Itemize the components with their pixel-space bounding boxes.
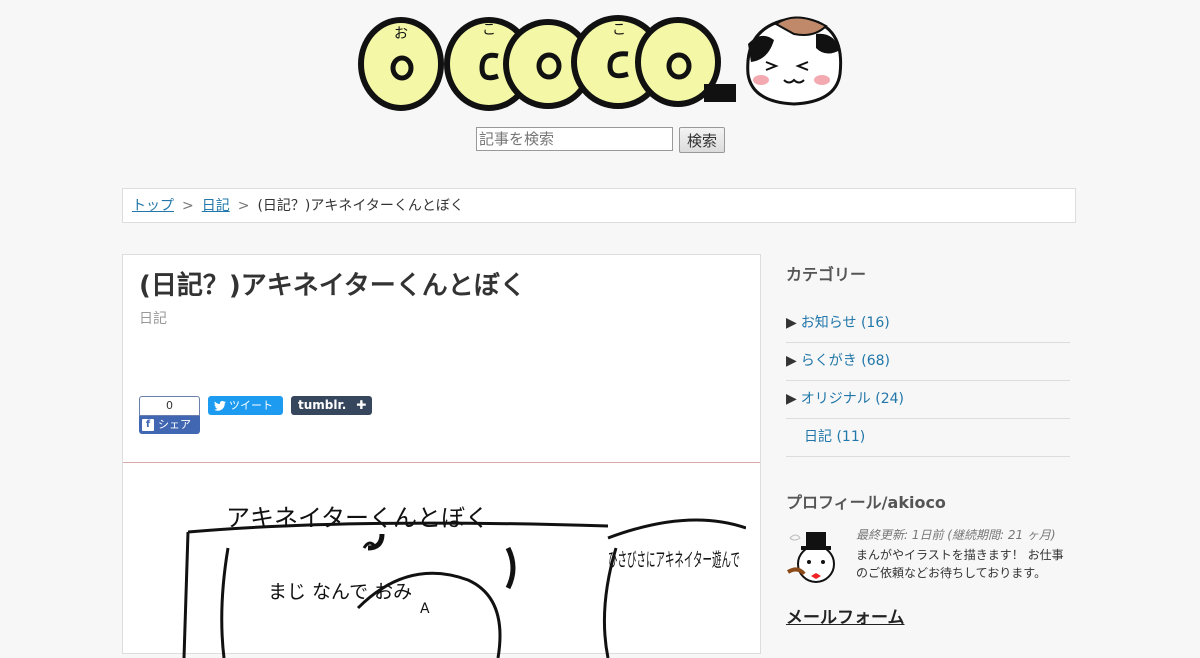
profile-bio: まんがやイラストを描きます！ お仕事のご依頼などお待ちしております。 <box>856 548 1064 580</box>
twitter-icon <box>214 400 226 411</box>
mail-form-link[interactable]: メールフォーム <box>786 603 905 628</box>
search-button[interactable]: 検索 <box>679 127 726 153</box>
breadcrumb-diary-link[interactable]: 日記 <box>202 198 230 214</box>
breadcrumb-current: (日記？)アキネイターくんとぼく <box>257 198 464 214</box>
breadcrumb-separator: > <box>237 198 250 214</box>
tumblr-share-button[interactable]: tumblr. ✚ <box>291 396 372 415</box>
category-item-label: 日記 (11) <box>804 429 866 445</box>
share-count: 0 <box>139 396 200 416</box>
article-card: (日記？)アキネイターくんとぼく 日記 0 f シェア ツイート tumblr. ✚… <box>122 254 761 658</box>
logo-ruby-ko-2: こ <box>612 22 626 38</box>
site-logo[interactable]: お こ こ <box>356 4 846 114</box>
comic-side-text: まじ なんで おみ <box>268 581 412 603</box>
category-item-label: オリジナル (24) <box>800 391 904 407</box>
facebook-share-button[interactable]: 0 f シェア <box>139 396 200 434</box>
tumblr-label: tumblr. <box>298 398 347 412</box>
triangle-right-icon: ▶ <box>786 315 797 331</box>
category-item-diary[interactable]: 日記 (11) <box>786 419 1070 457</box>
category-item-rakugaki[interactable]: ▶ らくがき (68) <box>786 343 1070 381</box>
category-item-label: お知らせ (16) <box>800 315 890 331</box>
breadcrumb-separator: > <box>182 198 194 214</box>
avatar[interactable] <box>786 528 846 586</box>
profile-updated: 最終更新: 1日前 (継続期間: 21 ヶ月) <box>856 528 1056 542</box>
comic-image[interactable]: アキネイターくんとぼく A ひさびさにアキネイター遊んで まじ なんで おみ <box>168 488 746 658</box>
facebook-share-label: シェア <box>158 418 191 431</box>
comic-letter-text: A <box>420 601 430 617</box>
comic-title-text: アキネイターくんとぼく <box>226 504 489 532</box>
tweet-button[interactable]: ツイート <box>208 396 283 415</box>
search-input[interactable] <box>476 127 673 151</box>
article-title: (日記？)アキネイターくんとぼく <box>139 271 526 301</box>
breadcrumb-top-link[interactable]: トップ <box>132 198 174 214</box>
article-category[interactable]: 日記 <box>139 308 167 328</box>
breadcrumb: トップ > 日記 > (日記？)アキネイターくんとぼく <box>122 188 1076 223</box>
search-bar: 検索 <box>476 127 726 153</box>
logo-ruby-o: お <box>394 26 408 42</box>
category-item-oshirase[interactable]: ▶ お知らせ (16) <box>786 305 1070 343</box>
profile-heading: プロフィール/akioco <box>786 493 946 512</box>
category-item-label: らくがき (68) <box>800 353 890 369</box>
category-item-original[interactable]: ▶ オリジナル (24) <box>786 381 1070 419</box>
triangle-right-icon: ▶ <box>786 353 797 369</box>
comic-bubble-text: ひさびさにアキネイター遊んで <box>608 549 740 571</box>
article-divider <box>123 462 760 463</box>
facebook-icon: f <box>142 419 154 431</box>
category-heading: カテゴリー <box>786 265 867 284</box>
sidebar: カテゴリー ▶ お知らせ (16) ▶ らくがき (68) ▶ オリジナル (24) … <box>786 254 1070 457</box>
logo-ruby-ko-1: こ <box>482 22 496 38</box>
plus-icon: ✚ <box>356 398 367 412</box>
triangle-right-icon: ▶ <box>786 391 797 407</box>
tweet-label: ツイート <box>229 399 273 412</box>
cat-mascot-icon <box>746 16 843 106</box>
category-list: ▶ お知らせ (16) ▶ らくがき (68) ▶ オリジナル (24) 日記 (11… <box>786 305 1070 457</box>
